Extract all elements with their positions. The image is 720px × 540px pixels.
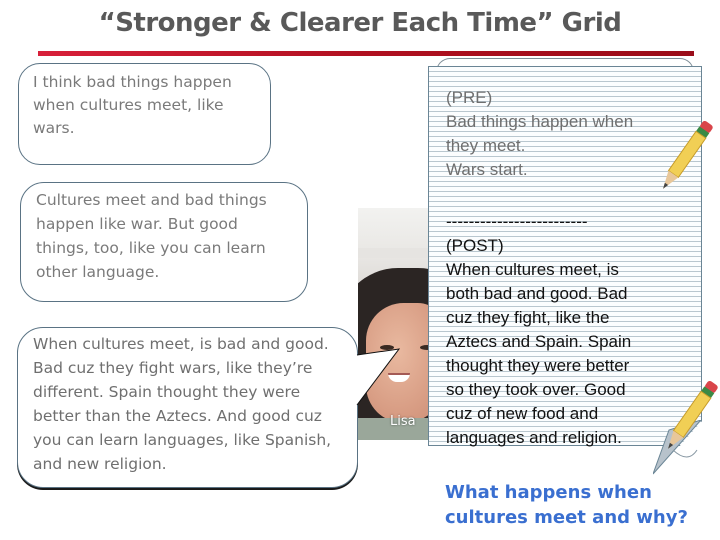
essential-question: What happens when cultures meet and why? (445, 480, 715, 530)
post-response: ------------------------- (POST) When cu… (446, 210, 676, 450)
page-title: “Stronger & Clearer Each Time” Grid (98, 8, 622, 38)
question-line: What happens when (445, 482, 652, 503)
post-line: Aztecs and Spain. Spain (446, 332, 632, 351)
pre-line: they meet. (446, 136, 526, 155)
bubble-3-text: When cultures meet, is bad and good. Bad… (33, 335, 332, 473)
pre-response: (PRE) Bad things happen when they meet. … (446, 86, 676, 182)
pre-line: Bad things happen when (446, 112, 634, 131)
bubble-1-text: I think bad things happen when cultures … (33, 73, 232, 137)
post-line: languages and religion. (446, 428, 622, 447)
pre-label: (PRE) (446, 88, 493, 107)
pre-line: Wars start. (446, 160, 528, 179)
post-line: both bad and good. Bad (446, 284, 628, 303)
post-line: so they took over. Good (446, 380, 626, 399)
pencil-icon (668, 380, 718, 449)
separator: ------------------------- (446, 212, 588, 231)
post-line: cuz they fight, like the (446, 308, 610, 327)
speech-bubble-2: Cultures meet and bad things happen like… (20, 182, 308, 302)
post-label: (POST) (446, 236, 504, 255)
title-divider (38, 51, 694, 56)
photo-background (358, 248, 432, 258)
speech-bubble-1: I think bad things happen when cultures … (18, 63, 271, 165)
speech-bubble-tail (356, 348, 400, 406)
post-line: When cultures meet, is (446, 260, 619, 279)
post-line: cuz of new food and (446, 404, 599, 423)
question-line: cultures meet and why? (445, 507, 688, 528)
speech-bubble-3: When cultures meet, is bad and good. Bad… (17, 327, 358, 488)
post-line: thought they were better (446, 356, 630, 375)
pencil-icon (663, 120, 713, 189)
bubble-2-text: Cultures meet and bad things happen like… (36, 191, 267, 281)
